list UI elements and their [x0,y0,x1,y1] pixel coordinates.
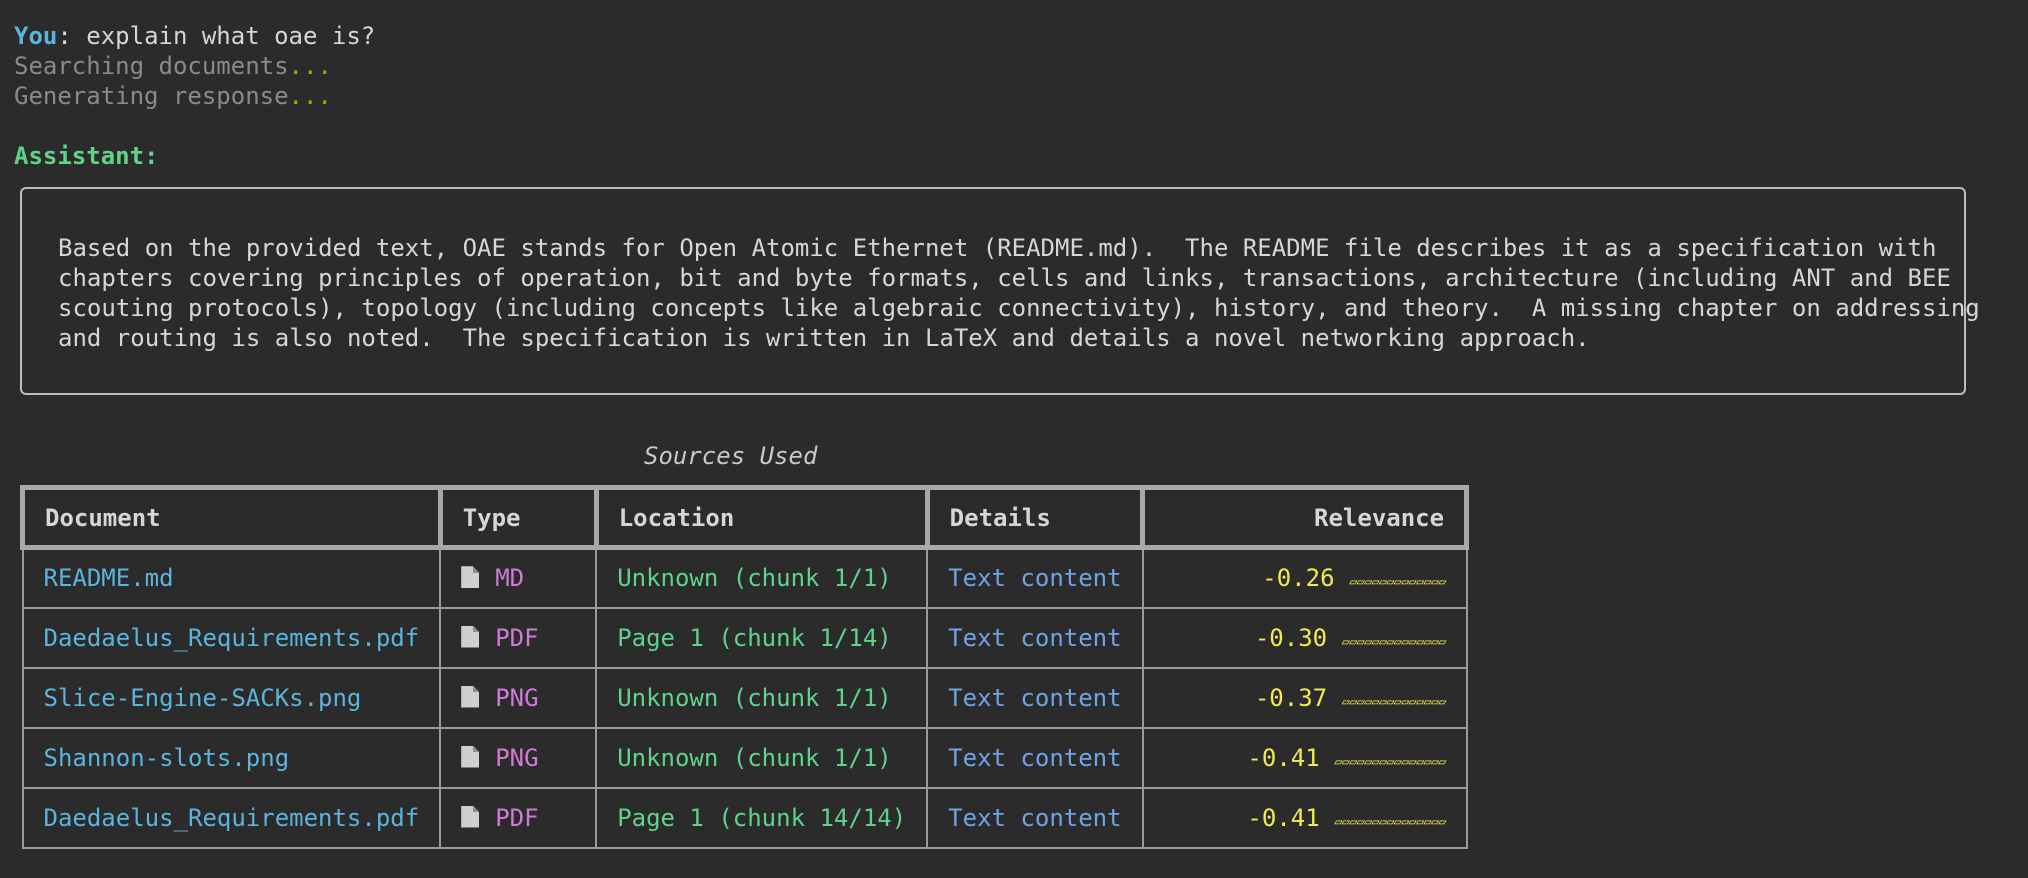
type-cell: PNG [439,726,598,789]
document-cell: Shannon-slots.png [21,726,442,789]
location-cell: Unknown (chunk 1/1) [595,666,929,729]
file-icon [461,685,480,708]
relevance-value: -0.41 [1247,803,1320,832]
type-cell: PDF [439,606,598,669]
relevance-cell: -0.37 ▱▱▱▱▱▱▱▱▱▱▱▱▱▱ [1141,666,1468,729]
relevance-cell: -0.41 ▱▱▱▱▱▱▱▱▱▱▱▱▱▱▱ [1141,726,1468,789]
header-document: Document [20,485,443,550]
user-label: You [14,22,58,50]
type-cell: PDF [439,786,598,849]
header-type: Type [437,485,599,550]
user-message-line: You: explain what oae is? [14,22,376,50]
location-cell: Unknown (chunk 1/1) [595,546,929,609]
document-cell: Daedaelus_Requirements.pdf [21,606,442,669]
details-cell: Text content [926,726,1144,789]
document-cell: Slice-Engine-SACKs.png [21,666,442,729]
location-cell: Page 1 (chunk 14/14) [595,786,929,849]
header-relevance: Relevance [1140,485,1470,550]
header-location: Location [593,485,930,550]
type-cell: PNG [439,666,598,729]
response-line: scouting protocols), topology (including… [58,294,1980,322]
details-cell: Text content [926,666,1144,729]
user-message: explain what oae is? [86,22,376,50]
response-line: Based on the provided text, OAE stands f… [58,234,1937,262]
type-cell: MD [439,546,598,609]
file-icon [461,625,480,648]
relevance-cell: -0.41 ▱▱▱▱▱▱▱▱▱▱▱▱▱▱▱ [1141,786,1468,849]
table-row: Shannon-slots.png PNG Unknown (chunk 1/1… [21,726,1468,789]
sources-caption: Sources Used [644,442,818,470]
response-line: chapters covering principles of operatio… [58,264,1951,292]
relevance-value: -0.41 [1247,743,1320,772]
relevance-value: -0.37 [1254,683,1328,712]
relevance-bar: ▱▱▱▱▱▱▱▱▱▱▱▱▱▱ [1341,693,1447,710]
relevance-bar: ▱▱▱▱▱▱▱▱▱▱▱▱▱▱▱ [1334,753,1446,770]
relevance-bar: ▱▱▱▱▱▱▱▱▱▱▱▱▱▱ [1341,633,1447,650]
relevance-cell: -0.26 ▱▱▱▱▱▱▱▱▱▱▱▱▱ [1141,546,1468,609]
location-cell: Page 1 (chunk 1/14) [595,606,929,669]
relevance-bar: ▱▱▱▱▱▱▱▱▱▱▱▱▱ [1348,574,1447,591]
assistant-label: Assistant: [14,142,159,170]
sources-table: Document Type Location Details Relevance… [20,485,1470,849]
table-row: Daedaelus_Requirements.pdf PDF Page 1 (c… [21,606,1468,669]
document-cell: README.md [21,546,442,609]
assistant-response-text: Based on the provided text, OAE stands f… [58,233,1980,353]
document-cell: Daedaelus_Requirements.pdf [21,786,442,849]
assistant-response-panel: Based on the provided text, OAE stands f… [20,187,1980,395]
file-icon [461,745,480,768]
relevance-cell: -0.30 ▱▱▱▱▱▱▱▱▱▱▱▱▱▱ [1141,606,1468,669]
relevance-bar: ▱▱▱▱▱▱▱▱▱▱▱▱▱▱▱ [1334,813,1446,830]
status-generating: Generating response... [14,82,332,110]
table-row: README.md MD Unknown (chunk 1/1) Text co… [21,546,1468,609]
details-cell: Text content [926,786,1144,849]
relevance-value: -0.30 [1254,623,1328,652]
table-row: Daedaelus_Requirements.pdf PDF Page 1 (c… [21,786,1468,849]
details-cell: Text content [926,546,1144,609]
header-details: Details [924,485,1146,550]
file-icon [461,566,480,589]
details-cell: Text content [926,606,1144,669]
response-line: and routing is also noted. The specifica… [58,324,1590,352]
file-icon [461,805,480,828]
relevance-value: -0.26 [1262,564,1335,593]
table-row: Slice-Engine-SACKs.png PNG Unknown (chun… [21,666,1468,729]
status-searching: Searching documents... [14,52,332,80]
table-header-row: Document Type Location Details Relevance [20,485,1470,550]
location-cell: Unknown (chunk 1/1) [595,726,929,789]
